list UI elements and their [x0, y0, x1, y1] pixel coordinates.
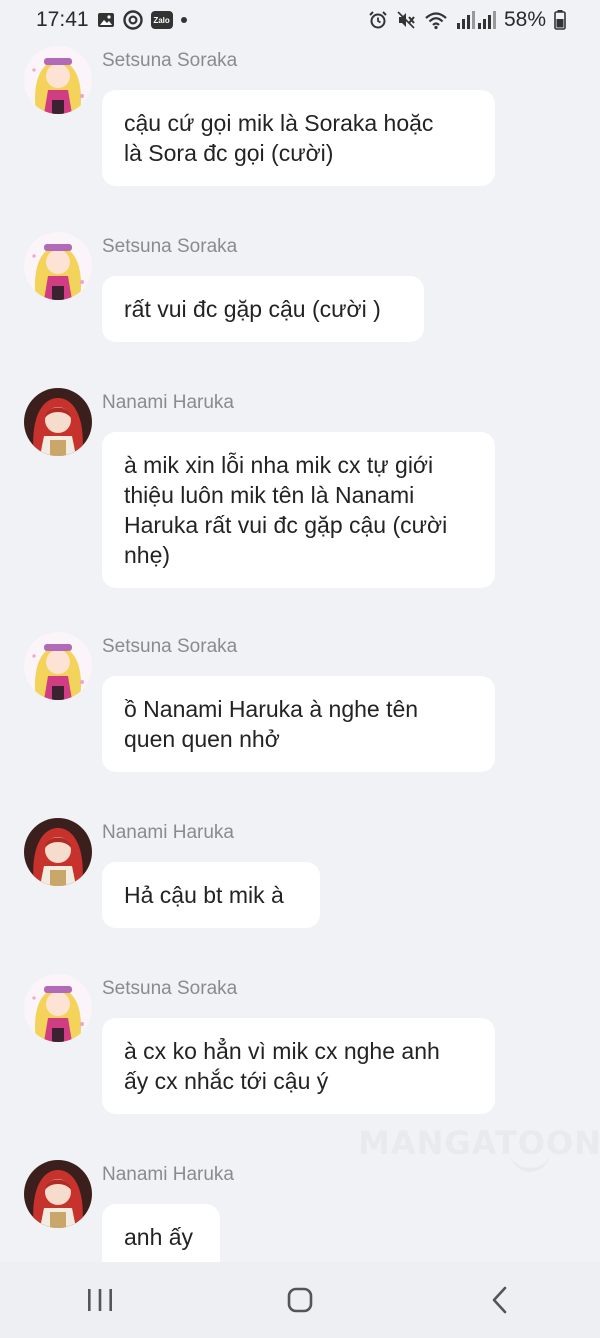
message-bubble[interactable]: ồ Nanami Haruka à nghe tên quen quen nhở — [102, 676, 495, 772]
message-text: anh ấy — [124, 1224, 194, 1250]
sender-name: Setsuna Soraka — [102, 636, 238, 657]
message-text: rất vui đc gặp cậu (cười ) — [124, 296, 381, 322]
message-bubble[interactable]: à cx ko hẳn vì mik cx nghe anh ấy cx nhắ… — [102, 1018, 495, 1114]
sender-name: Setsuna Soraka — [102, 236, 238, 257]
back-icon — [492, 1286, 507, 1314]
back-button[interactable] — [460, 1270, 540, 1330]
message-bubble[interactable]: cậu cứ gọi mik là Soraka hoặc là Sora đc… — [102, 90, 495, 186]
avatar-nanami-haruka[interactable] — [24, 818, 92, 886]
recent-apps-button[interactable] — [60, 1270, 140, 1330]
avatar-setsuna-soraka[interactable] — [24, 974, 92, 1042]
message-text: Hả cậu bt mik à — [124, 882, 284, 908]
home-icon — [287, 1287, 313, 1313]
watermark-smile-icon — [510, 1152, 550, 1172]
message-bubble[interactable]: rất vui đc gặp cậu (cười ) — [102, 276, 424, 342]
home-button[interactable] — [260, 1270, 340, 1330]
sender-name: Setsuna Soraka — [102, 978, 238, 999]
message-bubble[interactable]: Hả cậu bt mik à — [102, 862, 320, 928]
avatar-setsuna-soraka[interactable] — [24, 632, 92, 700]
message-bubble[interactable]: à mik xin lỗi nha mik cx tự giới thiệu l… — [102, 432, 495, 588]
sender-name: Nanami Haruka — [102, 392, 234, 413]
sender-name: Nanami Haruka — [102, 1164, 234, 1185]
watermark: MANGATOON — [358, 1124, 600, 1162]
avatar-nanami-haruka[interactable] — [24, 388, 92, 456]
message-text: à mik xin lỗi nha mik cx tự giới thiệu l… — [124, 452, 448, 568]
message-text: à cx ko hẳn vì mik cx nghe anh ấy cx nhắ… — [124, 1038, 440, 1094]
message-bubble[interactable]: anh ấy — [102, 1204, 220, 1262]
sender-name: Setsuna Soraka — [102, 50, 238, 71]
recent-apps-icon — [88, 1289, 112, 1311]
avatar-setsuna-soraka[interactable] — [24, 232, 92, 300]
message-text: ồ Nanami Haruka à nghe tên quen quen nhở — [124, 696, 419, 752]
chat-thread[interactable]: Setsuna Soraka cậu cứ gọi mik là Soraka … — [0, 0, 600, 1262]
message-text: cậu cứ gọi mik là Soraka hoặc là Sora đc… — [124, 110, 434, 166]
avatar-nanami-haruka[interactable] — [24, 1160, 92, 1228]
avatar-setsuna-soraka[interactable] — [24, 46, 92, 114]
sender-name: Nanami Haruka — [102, 822, 234, 843]
system-nav-bar — [0, 1262, 600, 1338]
